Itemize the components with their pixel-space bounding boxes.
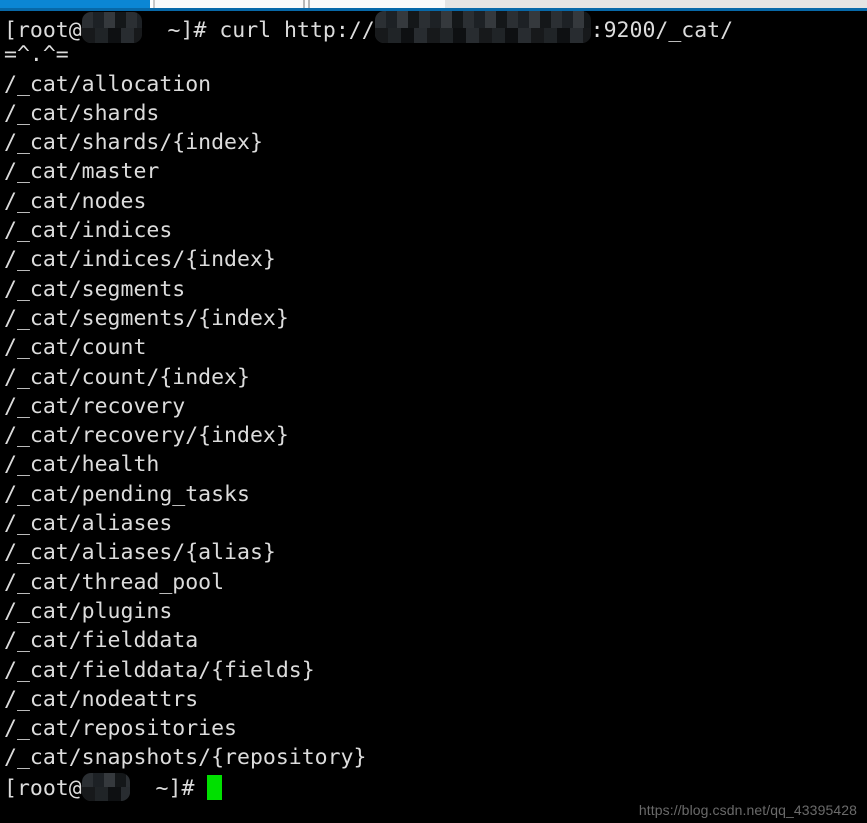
endpoint-line: /_cat/indices: [4, 218, 173, 244]
terminal-output-area[interactable]: [root@ ~]# curl http:// :9200/_cat/ =^.^=…: [0, 11, 867, 823]
endpoint-line: /_cat/fielddata: [4, 628, 199, 654]
endpoint-line: /_cat/recovery/{index}: [4, 423, 289, 449]
cat-banner: =^.^=: [4, 42, 69, 68]
endpoint-line: /_cat/fielddata/{fields}: [4, 657, 315, 683]
terminal-active-prompt[interactable]: [root@ ~]#: [0, 772, 867, 802]
endpoint-line: /_cat/snapshots/{repository}: [4, 745, 367, 771]
prompt-prefix: [root@: [4, 18, 82, 43]
final-prompt-prefix: [root@: [4, 775, 82, 801]
endpoint-line: /_cat/segments/{index}: [4, 305, 289, 331]
endpoint-line: /_cat/count: [4, 335, 147, 361]
command-suffix: :9200/_cat/: [590, 18, 734, 43]
ip-address-redaction-block: [374, 11, 591, 43]
endpoint-line: /_cat/segments: [4, 276, 186, 302]
endpoint-line: /_cat/pending_tasks: [4, 481, 250, 507]
endpoint-line: /_cat/nodeattrs: [4, 686, 199, 712]
endpoint-line: /_cat/recovery: [4, 393, 186, 419]
hostname-redaction-block: [81, 12, 142, 43]
endpoint-line: /_cat/thread_pool: [4, 569, 225, 595]
endpoint-line: /_cat/allocation: [4, 71, 212, 97]
endpoint-line: /_cat/repositories: [4, 716, 237, 742]
endpoint-line: /_cat/master: [4, 159, 160, 185]
endpoint-line: /_cat/indices/{index}: [4, 247, 276, 273]
csdn-watermark: https://blog.csdn.net/qq_43395428: [638, 802, 857, 818]
endpoint-line: /_cat/shards/{index}: [4, 130, 263, 156]
endpoint-line: /_cat/health: [4, 452, 160, 478]
endpoint-line: /_cat/count/{index}: [4, 364, 250, 390]
tab-strip-area-1[interactable]: [155, 0, 303, 8]
endpoint-line: /_cat/aliases/{alias}: [4, 540, 276, 566]
tab-strip-area-3[interactable]: [310, 0, 445, 8]
text-cursor: [207, 774, 223, 800]
endpoint-line: /_cat/nodes: [4, 188, 147, 214]
browser-tab-strip[interactable]: [0, 0, 867, 11]
hostname-redaction-block: [81, 772, 130, 801]
terminal-command-line: [root@ ~]# curl http:// :9200/_cat/: [0, 11, 867, 43]
prompt-middle: ~]# curl http://: [141, 18, 375, 43]
endpoint-line: /_cat/plugins: [4, 598, 173, 624]
active-tab[interactable]: [0, 0, 150, 8]
endpoint-line: /_cat/aliases: [4, 511, 173, 537]
final-prompt-suffix: ~]#: [129, 775, 208, 801]
tab-strip-area-4[interactable]: [445, 0, 867, 8]
endpoint-line: /_cat/shards: [4, 100, 160, 126]
